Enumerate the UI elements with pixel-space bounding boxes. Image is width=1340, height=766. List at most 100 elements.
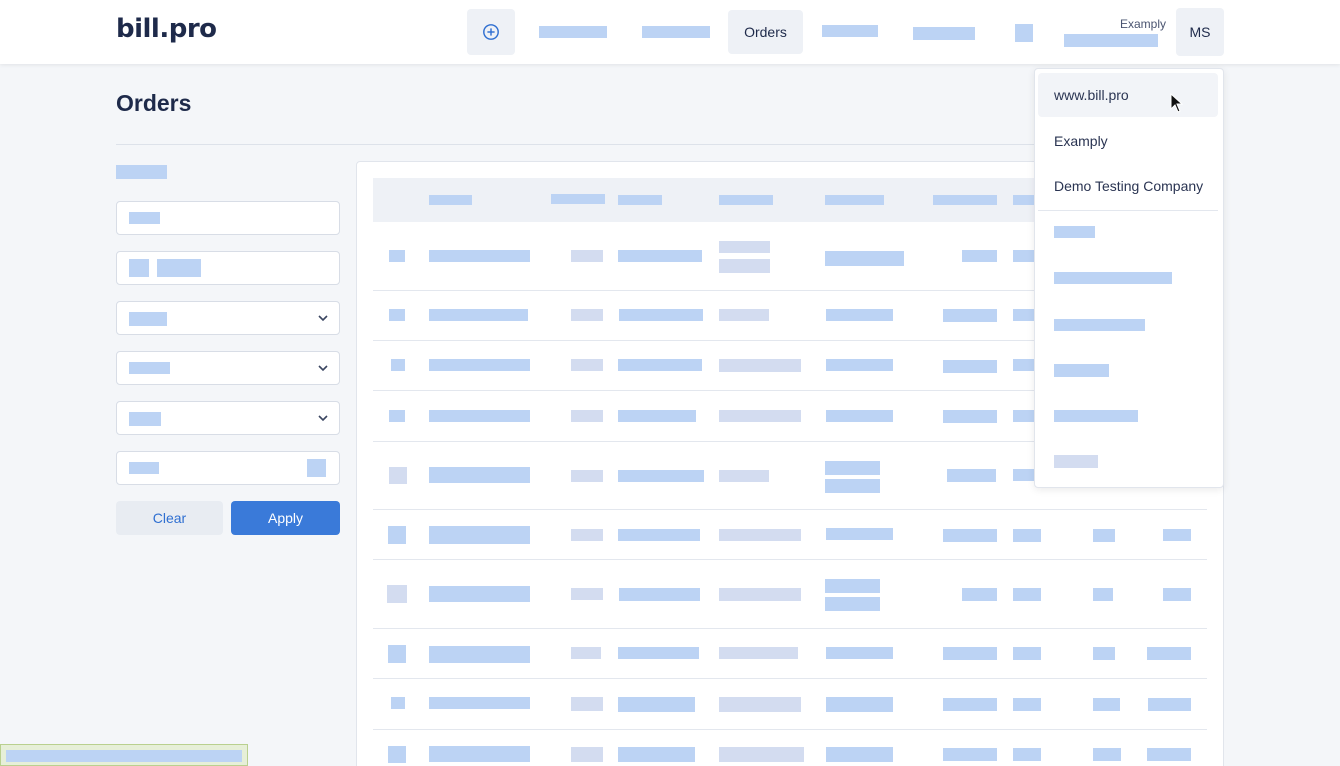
table-cell xyxy=(618,410,696,422)
row-icon xyxy=(387,585,407,603)
table-cell xyxy=(943,698,997,711)
nav-item-2[interactable] xyxy=(642,26,710,38)
menu-item[interactable] xyxy=(1054,272,1172,284)
menu-item-company[interactable]: Examply xyxy=(1038,119,1218,163)
table-cell xyxy=(618,470,704,482)
notification-bar[interactable] xyxy=(0,744,248,766)
column-header[interactable] xyxy=(825,195,884,205)
table-cell xyxy=(1163,588,1191,601)
table-cell xyxy=(826,309,893,321)
table-cell xyxy=(962,250,997,262)
menu-item-company[interactable]: Demo Testing Company xyxy=(1038,164,1218,208)
table-cell xyxy=(1147,647,1191,660)
table-cell xyxy=(943,647,997,660)
table-cell xyxy=(1148,698,1191,711)
row-icon xyxy=(391,697,405,709)
table-cell xyxy=(1163,529,1191,541)
table-cell xyxy=(429,359,530,371)
table-cell xyxy=(618,647,699,659)
table-cell xyxy=(1013,309,1035,321)
filter-select-1[interactable] xyxy=(116,301,340,335)
table-cell xyxy=(429,586,530,602)
filter-field-2[interactable] xyxy=(116,251,340,285)
field-placeholder xyxy=(129,212,160,224)
table-cell xyxy=(1013,410,1035,422)
table-cell xyxy=(1013,250,1035,262)
nav-item-orders[interactable]: Orders xyxy=(728,10,803,54)
table-cell xyxy=(571,309,603,321)
table-cell xyxy=(947,469,996,482)
row-divider xyxy=(373,678,1207,679)
table-cell xyxy=(571,250,603,262)
table-cell xyxy=(826,528,893,540)
row-icon xyxy=(391,359,405,371)
table-cell xyxy=(826,647,893,659)
column-header[interactable] xyxy=(429,195,472,205)
table-cell xyxy=(1013,359,1035,371)
table-cell xyxy=(962,588,997,601)
menu-item[interactable] xyxy=(1054,410,1138,422)
column-header[interactable] xyxy=(551,194,605,204)
column-header[interactable] xyxy=(618,195,662,205)
table-cell xyxy=(1093,647,1115,660)
row-icon xyxy=(388,645,406,663)
clear-button[interactable]: Clear xyxy=(116,501,223,535)
filter-select-3[interactable] xyxy=(116,401,340,435)
column-header[interactable] xyxy=(1013,195,1035,205)
search-input[interactable] xyxy=(116,201,340,235)
table-cell xyxy=(1013,647,1041,660)
table-cell xyxy=(1147,748,1191,761)
select-value xyxy=(129,412,161,426)
column-header[interactable] xyxy=(933,195,997,205)
table-cell xyxy=(1013,748,1041,761)
table-cell xyxy=(429,526,530,544)
nav-item-1[interactable] xyxy=(539,26,607,38)
table-cell xyxy=(571,697,603,711)
nav-item-4[interactable] xyxy=(822,25,878,37)
menu-item[interactable] xyxy=(1054,319,1145,331)
table-cell xyxy=(719,359,801,372)
table-cell xyxy=(719,529,801,541)
apply-button[interactable]: Apply xyxy=(231,501,340,535)
menu-item[interactable] xyxy=(1054,364,1109,377)
nav-icon[interactable] xyxy=(1015,24,1033,42)
menu-item[interactable] xyxy=(1054,455,1098,468)
column-header[interactable] xyxy=(719,195,773,205)
table-cell xyxy=(826,359,893,371)
table-cell xyxy=(943,529,997,542)
company-label[interactable]: Examply xyxy=(1120,17,1166,31)
table-cell xyxy=(619,588,700,601)
table-cell xyxy=(825,251,904,266)
row-icon xyxy=(388,746,406,763)
table-cell xyxy=(719,259,770,273)
table-cell xyxy=(619,309,703,321)
table-cell xyxy=(826,697,893,712)
menu-item-company[interactable]: www.bill.pro xyxy=(1038,73,1218,117)
date-input[interactable] xyxy=(116,451,340,485)
table-cell xyxy=(571,588,603,600)
menu-divider xyxy=(1038,210,1218,211)
menu-item[interactable] xyxy=(1054,226,1095,238)
calendar-icon[interactable] xyxy=(307,459,326,477)
top-navigation-bar: bill.pro Orders Examply MS xyxy=(0,0,1340,64)
table-cell xyxy=(618,697,695,712)
filter-select-2[interactable] xyxy=(116,351,340,385)
user-avatar[interactable]: MS xyxy=(1176,8,1224,56)
table-cell xyxy=(1093,698,1120,711)
table-cell xyxy=(618,250,702,262)
create-new-button[interactable] xyxy=(467,9,515,55)
table-cell xyxy=(719,697,801,712)
table-cell xyxy=(825,597,880,611)
filters-heading xyxy=(116,165,167,179)
table-cell xyxy=(429,646,530,663)
logo[interactable]: bill.pro xyxy=(116,14,217,44)
nav-item-5[interactable] xyxy=(913,27,975,40)
table-cell xyxy=(719,241,770,253)
select-value xyxy=(129,362,170,374)
table-cell xyxy=(429,410,530,422)
table-cell xyxy=(1013,698,1041,711)
table-cell xyxy=(618,747,695,762)
table-cell xyxy=(825,479,880,493)
table-cell xyxy=(571,529,603,541)
row-icon xyxy=(389,309,405,321)
